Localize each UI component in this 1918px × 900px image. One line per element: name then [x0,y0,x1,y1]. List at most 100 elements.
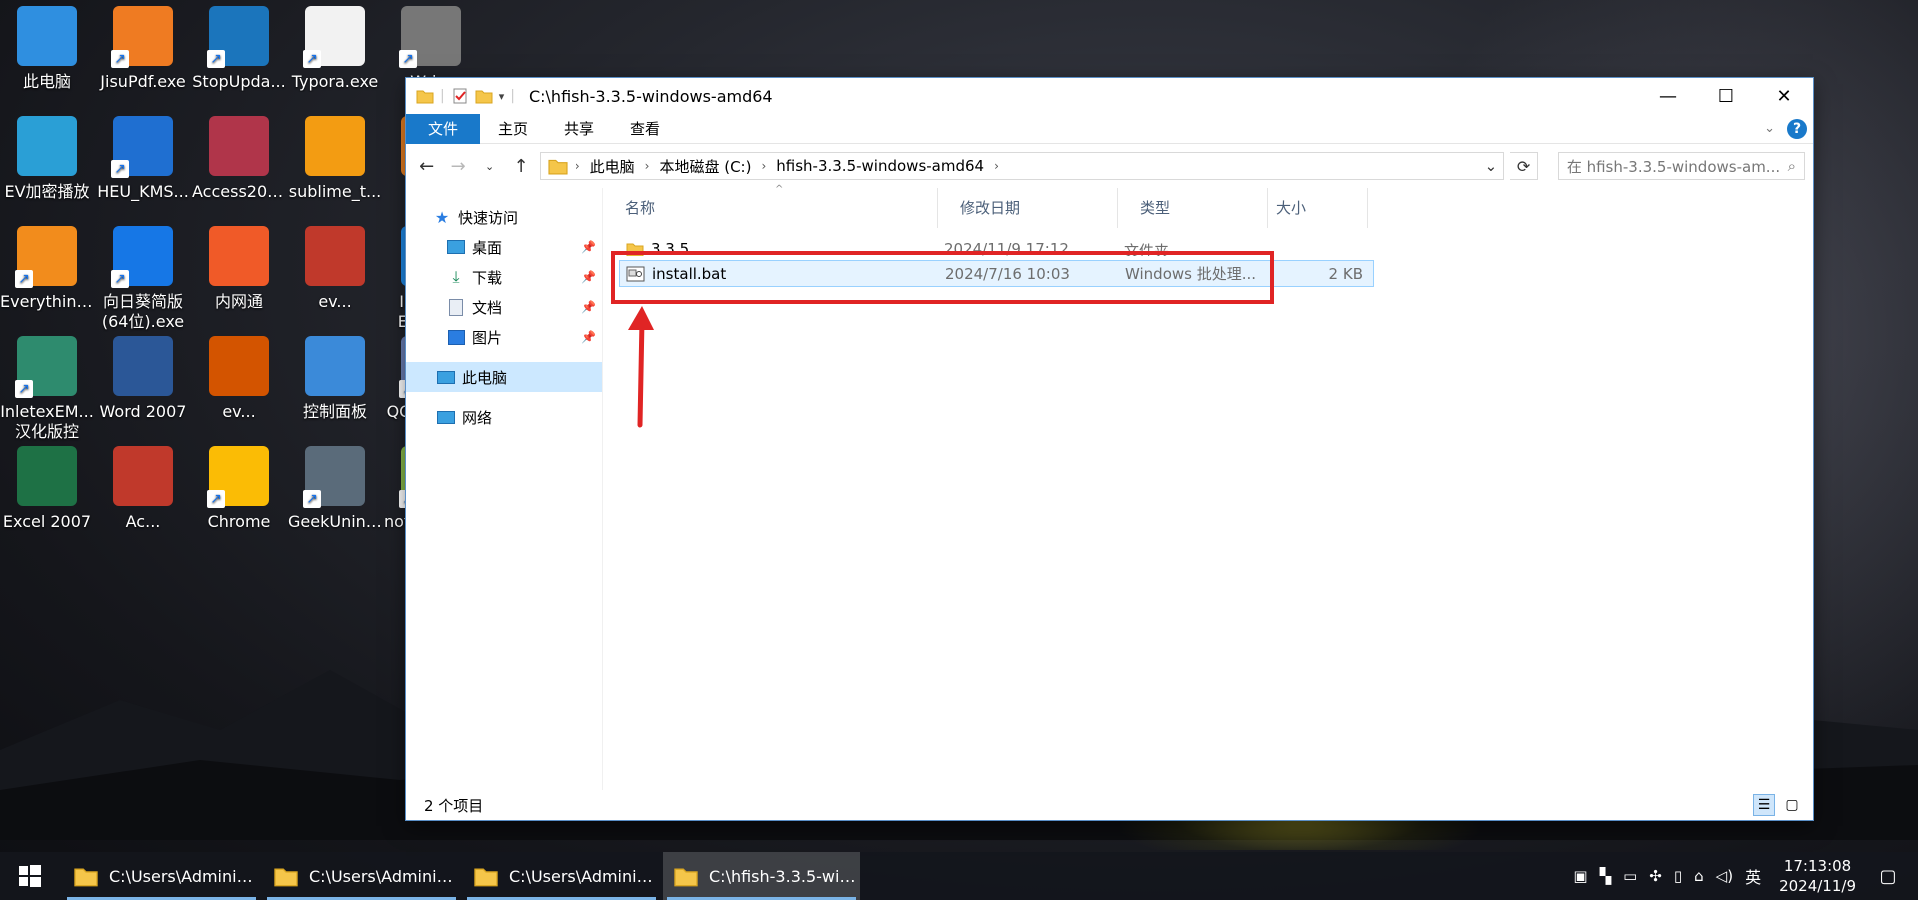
desktop-icon-label: ev... [318,292,352,311]
sidebar-item-documents[interactable]: 文档 📌 [406,292,602,322]
desktop-icon-label: Chrome [207,512,271,531]
breadcrumb-hfish-folder[interactable]: hfish-3.3.5-windows-amd64 [766,157,994,175]
tab-view[interactable]: 查看 [612,114,678,144]
column-name[interactable]: 名称 [603,188,938,228]
details-view-button[interactable]: ☰ [1753,794,1775,816]
up-button[interactable]: ↑ [508,153,533,179]
input-method-indicator[interactable]: 英 [1745,864,1761,888]
tab-home[interactable]: 主页 [480,114,546,144]
desktop-icon-label: EV加密播放 [4,182,90,201]
network-icon[interactable]: ⌂ [1694,867,1704,885]
breadcrumb-local-disk[interactable]: 本地磁盘 (C:) [649,156,761,177]
computer-icon [436,368,456,386]
sidebar-item-network[interactable]: 网络 [406,402,602,432]
explorer-window[interactable]: | ▾ | C:\hfish-3.3.5-windows-amd64 — ☐ ✕… [406,78,1813,820]
sidebar-item-desktop[interactable]: 桌面 📌 [406,232,602,262]
shortcut-arrow-icon: ↗ [207,490,225,508]
large-icons-view-button[interactable]: ▢ [1781,794,1803,816]
search-box[interactable]: 在 hfish-3.3.5-windows-am... ⌕ [1557,152,1805,180]
chevron-right-icon[interactable]: › [994,159,999,173]
shortcut-arrow-icon: ↗ [15,270,33,288]
minimize-button[interactable]: — [1639,78,1697,114]
desktop-icon-item[interactable]: ↗ Chrome [192,446,286,532]
desktop-icon-item[interactable]: ↗ StopUpda... [192,6,286,92]
column-date[interactable]: 修改日期 [938,188,1118,228]
desktop-icon-item[interactable]: 此电脑 [0,6,94,92]
desktop-icon-item[interactable]: ↗ Typora.exe [288,6,382,92]
taskbar-app-explorer-3[interactable]: C:\Users\Adminis... [463,852,660,900]
notification-icon[interactable]: ▢ [1868,866,1908,887]
close-button[interactable]: ✕ [1755,78,1813,114]
chrome-icon: ↗ [207,446,269,508]
refresh-button[interactable]: ⟳ [1510,152,1538,180]
desktop-icon-item[interactable]: ↗ 向日葵简版(64位).exe [96,226,190,332]
sidebar-item-quick-access[interactable]: ★ 快速访问 [406,202,602,232]
maximize-button[interactable]: ☐ [1697,78,1755,114]
desktop-icon-item[interactable]: ↗ JisuPdf.exe [96,6,190,92]
folder-icon [274,868,298,887]
title-bar[interactable]: | ▾ | C:\hfish-3.3.5-windows-amd64 — ☐ ✕ [406,78,1813,114]
shortcut-arrow-icon: ↗ [303,50,321,68]
address-bar[interactable]: › 此电脑 › 本地磁盘 (C:) › hfish-3.3.5-windows-… [539,152,1505,180]
tray-app-icon[interactable]: ▭ [1623,867,1637,885]
tab-file[interactable]: 文件 [406,113,481,144]
column-type[interactable]: 类型 [1118,188,1268,228]
desktop-icon-item[interactable]: 内网通 [192,226,286,312]
recent-locations-button[interactable]: ⌄ [477,153,502,179]
desktop-icon-item[interactable]: ↗ HEU_KMS... [96,116,190,202]
desktop-icon-item[interactable]: EV加密播放 [0,116,94,202]
clock[interactable]: 17:13:08 2024/11/9 [1779,856,1856,896]
sidebar-item-this-pc[interactable]: 此电脑 [406,362,602,392]
ev-icon-2 [209,336,269,396]
ev-icon [305,226,365,286]
start-button[interactable] [0,852,60,900]
new-folder-icon[interactable] [475,88,493,104]
folder-icon [548,159,568,175]
desktop-icon-item[interactable]: Access2007 [192,116,286,202]
tray-app-icon[interactable]: ✣ [1649,867,1662,885]
desktop-icon-item[interactable]: ↗ GeekUnins... [288,446,382,532]
access-icon [209,116,269,176]
usb-icon[interactable]: ▯ [1674,867,1682,885]
taskbar-app-explorer-1[interactable]: C:\Users\Adminis... [63,852,260,900]
back-button[interactable]: ← [414,153,439,179]
everything-icon: ↗ [15,226,77,288]
forward-button[interactable]: → [445,153,470,179]
column-size[interactable]: 大小 [1268,188,1368,228]
heu-kms-icon: ↗ [111,116,173,178]
stop-update-icon: ↗ [207,6,269,68]
volume-icon[interactable]: ◁) [1716,867,1733,885]
sidebar-item-downloads[interactable]: ⤓ 下载 📌 [406,262,602,292]
breadcrumb-this-pc[interactable]: 此电脑 [580,156,645,177]
word-icon [113,336,173,396]
sunlogin-icon: ↗ [111,226,173,288]
expand-ribbon-icon[interactable]: ⌄ [1764,121,1775,136]
address-dropdown-icon[interactable]: ⌄ [1477,157,1503,175]
desktop-icon-item[interactable]: 控制面板 [288,336,382,422]
desktop-icon-item[interactable]: sublime_t... [288,116,382,202]
desktop-icon-label: Ac... [125,512,161,531]
window-title: C:\hfish-3.3.5-windows-amd64 [528,86,773,106]
desktop-icon-label: 向日葵简版(64位).exe [101,292,185,331]
tray-app-icon[interactable]: ▚ [1600,867,1612,885]
desktop-icon-item[interactable]: ↗ Everything... [0,226,94,312]
tray-app-icon[interactable]: ▣ [1573,867,1587,885]
sidebar-item-pictures[interactable]: 图片 📌 [406,322,602,352]
desktop-icon-item[interactable]: Ac... [96,446,190,532]
desktop-icon-item[interactable]: ev... [192,336,286,422]
customize-quick-access-icon[interactable]: ▾ [499,90,505,103]
desktop-icon-item[interactable]: ev... [288,226,382,312]
taskbar-app-explorer-2[interactable]: C:\Users\Adminis... [263,852,460,900]
taskbar-app-label: C:\hfish-3.3.5-win... [709,866,857,886]
item-count: 2 个项目 [424,796,484,815]
help-icon[interactable]: ? [1787,118,1807,139]
tab-share[interactable]: 共享 [546,114,612,144]
shortcut-arrow-icon: ↗ [111,270,129,288]
desktop-icon-label: 内网通 [214,292,263,311]
desktop-icon-item[interactable]: ↗ InletexEM...汉化版控屏... [0,336,94,442]
properties-icon[interactable] [451,88,469,104]
taskbar-app-explorer-4[interactable]: C:\hfish-3.3.5-win... [663,852,860,900]
desktop-icon-item[interactable]: Excel 2007 [0,446,94,532]
desktop-icon-item[interactable]: Word 2007 [96,336,190,422]
pin-icon: 📌 [581,240,596,254]
